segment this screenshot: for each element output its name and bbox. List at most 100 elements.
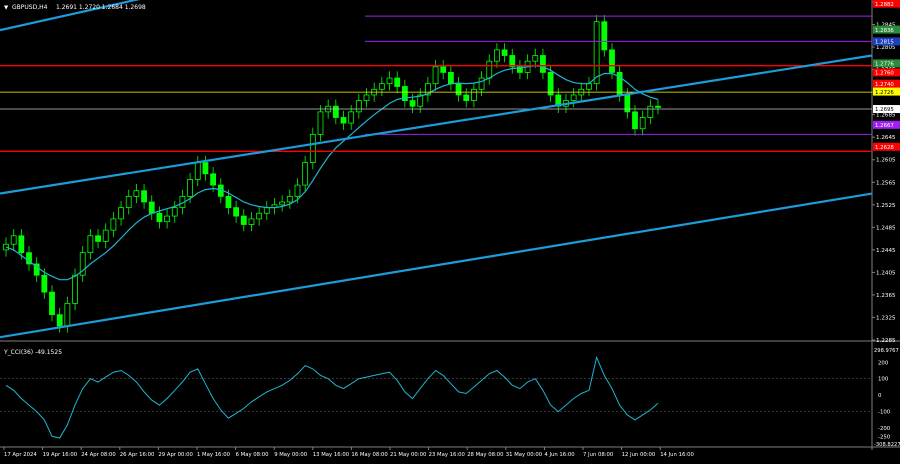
candle-body <box>540 55 546 73</box>
candle-body <box>210 173 217 186</box>
candle-body <box>41 274 48 293</box>
candle-body <box>194 162 201 180</box>
candle-body <box>486 60 493 79</box>
candle-body <box>72 274 78 304</box>
trading-chart-window: Y_CCI(36) -49.1525 298.9767 -308.8227 200 10… <box>0 0 900 460</box>
price-label-text: 1.2726 <box>875 90 894 96</box>
time-tick-label: 24 Apr 08:00 <box>81 452 116 458</box>
symbol-label: GBPUSD,H4 <box>12 4 48 11</box>
price-tick-label: 1.2685 <box>876 113 896 119</box>
price-label-text: 1.2667 <box>875 123 894 129</box>
chart-canvas[interactable]: Y_CCI(36) -49.1525 298.9767 -308.8227 200 10… <box>0 0 900 460</box>
price-label-text: 1.2836 <box>875 28 894 34</box>
time-tick-label: 14 Jun 16:00 <box>660 452 694 458</box>
price-axis: 1.28851.28451.28051.27651.27251.26851.26… <box>872 0 900 344</box>
price-label-text: 1.2760 <box>875 71 894 77</box>
candle-body <box>164 215 170 223</box>
candle-body <box>332 105 339 118</box>
time-tick-label: 26 Apr 16:00 <box>120 452 155 458</box>
price-tick-label: 1.2485 <box>876 225 896 231</box>
price-tick-label: 1.2325 <box>876 315 896 321</box>
candle-body <box>302 162 309 186</box>
candle-body <box>471 88 477 101</box>
time-tick-label: 29 Apr 00:00 <box>158 452 193 458</box>
cci-tick-label: 200 <box>878 360 889 366</box>
candle-body <box>494 49 500 62</box>
candle-body <box>56 314 63 327</box>
candle-body <box>64 302 71 327</box>
price-tick-label: 1.2605 <box>876 158 896 164</box>
candle-body <box>171 207 178 217</box>
time-tick-label: 12 Jun 00:00 <box>622 452 656 458</box>
candle-body <box>141 190 147 203</box>
candle-body <box>363 94 370 101</box>
candle-body <box>148 201 155 214</box>
candle-body <box>256 212 263 220</box>
candle-body <box>87 235 94 254</box>
price-tick-label: 1.2285 <box>876 338 896 344</box>
time-tick-label: 13 May 16:00 <box>313 452 350 458</box>
candle-body <box>309 133 316 163</box>
candle-body <box>225 195 232 209</box>
candle-body <box>547 72 554 96</box>
time-tick-label: 9 May 00:00 <box>274 452 308 458</box>
time-tick-label: 6 May 08:00 <box>236 452 270 458</box>
time-tick-label: 7 Jun 08:00 <box>583 452 614 458</box>
time-tick-label: 28 May 08:00 <box>467 452 504 458</box>
candle-body <box>586 83 592 90</box>
price-tick-label: 1.2645 <box>876 135 896 141</box>
candle-body <box>394 77 401 87</box>
candle-body <box>570 94 577 101</box>
candle-body <box>10 235 17 245</box>
candle-body <box>102 229 109 242</box>
cci-tick-label: -100 <box>878 410 891 416</box>
cci-axis-max-label: 298.9767 <box>874 348 899 354</box>
candle-body <box>647 105 654 118</box>
price-tick-label: 1.2365 <box>876 293 896 299</box>
cci-tick-label: -200 <box>878 426 891 432</box>
time-tick-label: 4 Jun 16:00 <box>544 452 575 458</box>
candle-body <box>156 212 163 223</box>
candle-body <box>348 111 355 124</box>
candle-body <box>95 235 101 242</box>
price-label-text: 1.2628 <box>875 145 894 151</box>
price-label-text: 1.2882 <box>875 2 894 8</box>
candle-body <box>432 66 439 85</box>
price-tick-label: 1.2565 <box>876 180 896 186</box>
candle-body <box>187 179 193 197</box>
price-tick-label: 1.2805 <box>876 45 896 51</box>
candle-body <box>133 190 140 197</box>
price-label-text: 1.2815 <box>875 40 894 46</box>
time-tick-label: 16 May 08:00 <box>351 452 388 458</box>
candle-body <box>593 21 600 85</box>
candle-body <box>609 49 615 73</box>
candle-body <box>455 83 462 96</box>
cci-pane[interactable]: Y_CCI(36) -49.1525 298.9767 -308.8227 200 10… <box>0 348 900 448</box>
candle-body <box>340 117 347 124</box>
candle-body <box>409 100 416 107</box>
candle-body <box>294 184 301 197</box>
ohlc-label: 1.2691 1.2720 1.2684 1.2698 <box>56 4 146 11</box>
time-tick-label: 19 Apr 16:00 <box>43 452 78 458</box>
candle-body <box>639 117 646 130</box>
time-tick-label: 1 May 16:00 <box>197 452 231 458</box>
time-tick-label: 17 Apr 2024 <box>4 452 37 458</box>
candle-body <box>501 49 508 56</box>
cci-tick-label: 100 <box>878 377 889 383</box>
time-tick-label: 23 May 16:00 <box>429 452 466 458</box>
candle-body <box>655 105 661 108</box>
price-label-text: 1.2695 <box>875 107 894 113</box>
overlay-labels: ▼ GBPUSD,H4 1.2691 1.2720 1.2684 1.2698 <box>4 4 146 11</box>
cci-line <box>5 355 659 439</box>
candle-body <box>125 195 132 209</box>
candle-body <box>632 111 638 130</box>
candle-body <box>601 21 608 51</box>
candle-body <box>18 235 25 254</box>
candle-body <box>233 207 240 217</box>
candle-body <box>355 100 362 113</box>
price-label-text: 1.2776 <box>875 62 894 68</box>
cci-axis-min-label: -308.8227 <box>874 442 900 448</box>
cci-tick-label: 0 <box>878 393 882 399</box>
cci-tick-label: -250 <box>878 434 891 440</box>
candle-body <box>240 215 247 225</box>
